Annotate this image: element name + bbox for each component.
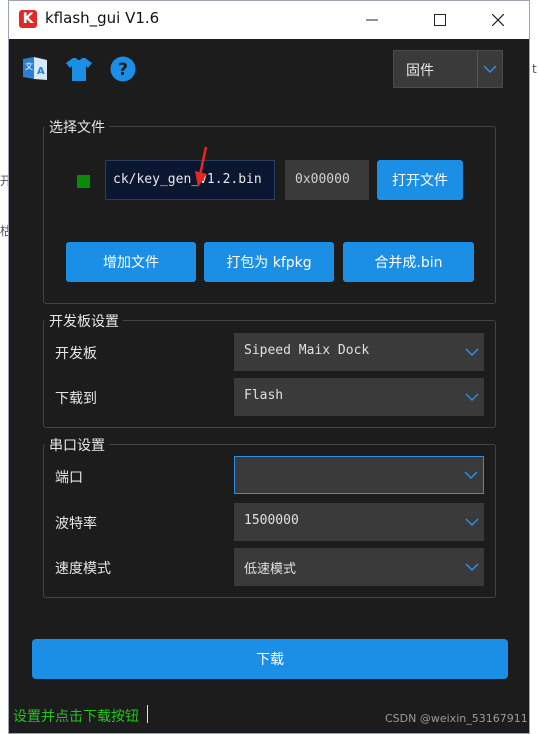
minimize-button[interactable] bbox=[349, 1, 395, 39]
background-fragment-3: t bbox=[532, 62, 537, 76]
window-title: kflash_gui V1.6 bbox=[45, 9, 160, 27]
download-target-chevron bbox=[460, 378, 484, 416]
board-select[interactable]: Sipeed Maix Dock bbox=[234, 333, 484, 371]
shirt-icon[interactable] bbox=[65, 55, 93, 83]
baud-rate-select[interactable]: 1500000 bbox=[234, 503, 484, 541]
speed-mode-chevron bbox=[460, 548, 484, 586]
close-button[interactable] bbox=[475, 1, 521, 39]
maximize-icon bbox=[434, 14, 446, 26]
svg-text:文: 文 bbox=[25, 61, 33, 71]
port-label: 端口 bbox=[55, 470, 83, 486]
pack-kfpkg-button[interactable]: 打包为 kfpkg bbox=[204, 242, 334, 282]
flash-address-value: 0x00000 bbox=[295, 172, 350, 187]
board-group-title: 开发板设置 bbox=[45, 311, 123, 331]
file-enabled-indicator[interactable] bbox=[77, 175, 90, 188]
speed-mode-label: 速度模式 bbox=[55, 561, 111, 577]
download-target-label: 下载到 bbox=[55, 391, 97, 407]
merge-bin-button[interactable]: 合并成.bin bbox=[343, 242, 474, 282]
open-file-button[interactable]: 打开文件 bbox=[377, 160, 463, 200]
firmware-select[interactable]: 固件 bbox=[393, 50, 503, 88]
flash-address-input[interactable]: 0x00000 bbox=[285, 160, 369, 200]
chevron-down-icon bbox=[483, 65, 497, 73]
close-icon bbox=[492, 14, 504, 26]
serial-group-title: 串口设置 bbox=[45, 435, 109, 455]
download-target-select[interactable]: Flash bbox=[234, 378, 484, 416]
status-message: 设置并点击下载按钮 bbox=[13, 709, 139, 725]
file-group-title: 选择文件 bbox=[45, 117, 109, 137]
app-logo-icon: K bbox=[19, 10, 37, 28]
firmware-select-value: 固件 bbox=[406, 63, 434, 79]
baud-rate-value: 1500000 bbox=[244, 513, 299, 528]
download-button[interactable]: 下载 bbox=[32, 639, 508, 679]
port-select-chevron bbox=[459, 457, 483, 493]
maximize-button[interactable] bbox=[417, 1, 463, 39]
minimize-icon bbox=[366, 19, 378, 21]
chevron-down-icon bbox=[465, 393, 479, 401]
file-path-input[interactable]: ck/key_gen_v1.2.bin bbox=[105, 160, 275, 200]
title-bar[interactable]: K kflash_gui V1.6 bbox=[9, 1, 529, 39]
port-select[interactable] bbox=[234, 456, 484, 494]
baud-rate-chevron bbox=[460, 503, 484, 541]
firmware-select-chevron bbox=[477, 51, 502, 87]
chevron-down-icon bbox=[465, 518, 479, 526]
file-path-value: ck/key_gen_v1.2.bin bbox=[113, 172, 262, 187]
download-target-value: Flash bbox=[244, 388, 284, 403]
annotation-arrow-icon bbox=[195, 146, 208, 187]
board-label: 开发板 bbox=[55, 346, 97, 362]
chevron-down-icon bbox=[465, 348, 479, 356]
chevron-down-icon bbox=[464, 471, 478, 479]
baud-rate-label: 波特率 bbox=[55, 516, 97, 532]
board-select-chevron bbox=[460, 333, 484, 371]
speed-mode-select[interactable]: 低速模式 bbox=[234, 548, 484, 586]
csdn-watermark: CSDN @weixin_53167911 bbox=[385, 712, 528, 725]
svg-text:A: A bbox=[37, 66, 45, 77]
speed-mode-value: 低速模式 bbox=[244, 562, 297, 577]
app-client-area: 文 A ? 固件 选择文件 ck/key_gen_v1.2.bin 0x0000… bbox=[9, 39, 529, 733]
svg-text:?: ? bbox=[118, 60, 128, 80]
add-file-button[interactable]: 增加文件 bbox=[66, 242, 196, 282]
chevron-down-icon bbox=[465, 563, 479, 571]
help-icon[interactable]: ? bbox=[109, 55, 137, 83]
kflash-window: K kflash_gui V1.6 文 A ? 固件 选择文件 ck/key_g… bbox=[8, 0, 530, 734]
language-icon[interactable]: 文 A bbox=[21, 55, 49, 83]
board-select-value: Sipeed Maix Dock bbox=[244, 343, 370, 358]
text-cursor bbox=[147, 705, 148, 723]
